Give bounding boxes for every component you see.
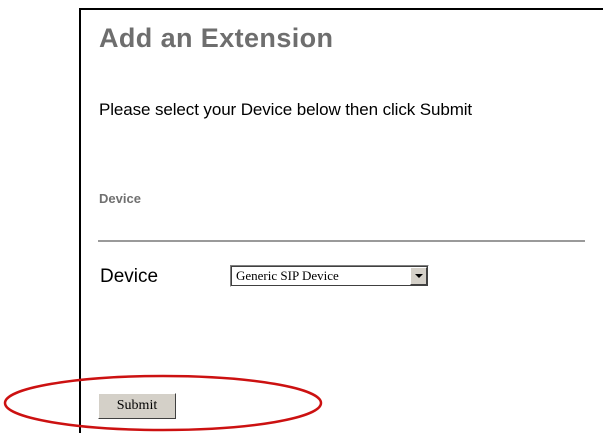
dropdown-arrow-button[interactable] [410,267,427,285]
device-select[interactable]: Generic SIP Device [230,265,429,287]
submit-button[interactable]: Submit [98,393,176,419]
device-field-label: Device [100,266,159,287]
panel-top-border [79,8,603,10]
chevron-down-icon [415,274,423,278]
section-heading-device: Device [99,191,141,206]
section-divider [98,240,585,242]
instructions-text: Please select your Device below then cli… [99,100,473,119]
page-title: Add an Extension [99,23,334,53]
panel-left-border [79,8,81,433]
device-select-value: Generic SIP Device [236,268,339,283]
